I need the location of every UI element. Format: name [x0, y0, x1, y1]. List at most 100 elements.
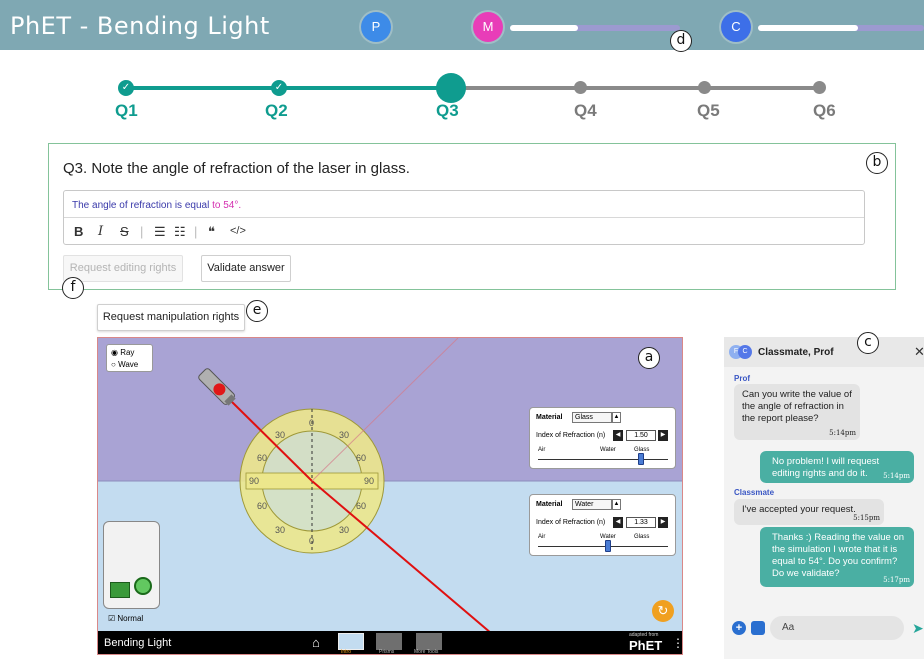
simulation-name: Bending Light: [104, 637, 172, 649]
step-q1-check-icon[interactable]: ✓: [118, 80, 134, 96]
scale-glass: Glass: [634, 534, 650, 540]
tab-more-tools-label[interactable]: More Tools: [414, 649, 438, 654]
material-select[interactable]: Glass: [572, 412, 612, 423]
step-label-q3[interactable]: Q3: [436, 101, 459, 121]
step-label-q2[interactable]: Q2: [265, 101, 288, 121]
message-input-placeholder: Aa: [782, 622, 795, 633]
italic-button[interactable]: I: [98, 224, 103, 239]
index-slider-track[interactable]: [538, 459, 668, 460]
home-icon[interactable]: ⌂: [312, 635, 320, 650]
answer-editor[interactable]: The angle of refraction is equal to 54°.…: [63, 190, 865, 245]
user-c-progress-fill: [758, 25, 858, 31]
chat-message: I've accepted your request. 5:15pm: [734, 499, 884, 525]
scale-air: Air: [538, 534, 546, 540]
index-slider-track[interactable]: [538, 546, 668, 547]
quote-icon[interactable]: ❝: [208, 224, 215, 240]
message-text: Can you write the value of the angle of …: [742, 389, 852, 424]
message-input[interactable]: Aa: [770, 616, 904, 640]
answer-text[interactable]: The angle of refraction is equal to 54°.: [72, 200, 241, 211]
protractor-label: 30: [275, 430, 285, 440]
normal-label: Normal: [117, 614, 144, 623]
user-m-progress-track: [510, 25, 680, 31]
avatar-m[interactable]: M: [473, 12, 503, 42]
dropdown-arrow-icon[interactable]: ▲: [612, 499, 621, 510]
numbered-list-icon[interactable]: ☷: [174, 224, 186, 240]
step-q6-dot[interactable]: [813, 81, 826, 94]
bullet-list-icon[interactable]: ☰: [154, 224, 166, 240]
reset-icon[interactable]: ↻: [652, 600, 674, 622]
index-slider-thumb[interactable]: [638, 453, 644, 465]
ray-option[interactable]: ◉ Ray: [111, 348, 134, 357]
increment-icon[interactable]: ▶: [658, 517, 668, 528]
light-bulb-icon[interactable]: [134, 577, 152, 595]
index-value[interactable]: 1.50: [626, 430, 656, 441]
message-time: 5:14pm: [829, 429, 856, 437]
chat-message: Thanks :) Reading the value on the simul…: [760, 527, 914, 587]
step-label-q5[interactable]: Q5: [697, 101, 720, 121]
toolbox-panel: [103, 521, 160, 609]
bold-button[interactable]: B: [74, 224, 83, 239]
marker-c: c: [857, 332, 879, 354]
step-q5-dot[interactable]: [698, 81, 711, 94]
scale-air: Air: [538, 447, 546, 453]
step-label-q6[interactable]: Q6: [813, 101, 836, 121]
step-q4-dot[interactable]: [574, 81, 587, 94]
image-icon[interactable]: [751, 621, 765, 635]
code-icon[interactable]: </>: [230, 225, 246, 237]
toolbar-divider: |: [140, 224, 144, 239]
dropdown-arrow-icon[interactable]: ▲: [612, 412, 621, 423]
index-label: Index of Refraction (n): [536, 432, 606, 439]
message-time: 5:15pm: [853, 514, 880, 522]
request-manipulation-rights-button[interactable]: Request manipulation rights: [97, 304, 245, 331]
top-material-panel: Material Glass ▲ Index of Refraction (n)…: [529, 407, 676, 469]
avatar-p[interactable]: P: [361, 12, 391, 42]
protractor-label: 30: [339, 430, 349, 440]
decrement-icon[interactable]: ◀: [613, 430, 623, 441]
bending-light-simulation[interactable]: 0 30 60 90 60 30 0 30 60 90 60 30 ◉ Ray …: [97, 337, 683, 655]
close-icon[interactable]: ✕: [914, 344, 924, 360]
chat-panel: F C Classmate, Prof ✕ c Prof Can you wri…: [724, 332, 924, 659]
tab-intro-label[interactable]: Intro: [341, 649, 351, 654]
step-label-q1[interactable]: Q1: [115, 101, 138, 121]
protractor-label: 90: [249, 476, 259, 486]
protractor-label: 30: [275, 525, 285, 535]
material-select[interactable]: Water: [572, 499, 612, 510]
request-editing-rights-button[interactable]: Request editing rights: [63, 255, 183, 282]
phet-logo: PhET: [629, 638, 663, 653]
tab-more-tools-icon[interactable]: [416, 633, 442, 650]
increment-icon[interactable]: ▶: [658, 430, 668, 441]
normal-checkbox[interactable]: ☑ Normal: [108, 614, 143, 623]
message-text: No problem! I will request editing right…: [772, 456, 880, 479]
user-c-progress-track: [758, 25, 924, 31]
step-q3-current[interactable]: [436, 73, 466, 103]
wave-option[interactable]: ○ Wave: [111, 360, 138, 369]
editor-toolbar: B I S | ☰ ☷ | ❝ </>: [64, 217, 864, 245]
validate-answer-button[interactable]: Validate answer: [201, 255, 291, 282]
material-label: Material: [536, 414, 563, 421]
ray-wave-selector: ◉ Ray ○ Wave: [106, 344, 153, 372]
menu-icon[interactable]: ⋮: [672, 636, 682, 650]
marker-b: b: [866, 152, 888, 174]
strikethrough-button[interactable]: S: [120, 224, 129, 239]
material-label: Material: [536, 501, 563, 508]
chat-message: Can you write the value of the angle of …: [734, 384, 860, 440]
question-panel: Q3. Note the angle of refraction of the …: [48, 143, 896, 290]
protractor-label: 60: [257, 501, 267, 511]
step-label-q4[interactable]: Q4: [574, 101, 597, 121]
chat-message: No problem! I will request editing right…: [760, 451, 914, 483]
tab-intro-icon[interactable]: [338, 633, 364, 650]
message-time: 5:17pm: [883, 576, 910, 584]
step-q2-check-icon[interactable]: ✓: [271, 80, 287, 96]
tab-prisms-label[interactable]: Prisms: [379, 649, 394, 654]
send-icon[interactable]: ➤: [912, 620, 924, 637]
index-slider-thumb[interactable]: [605, 540, 611, 552]
marker-d: d: [670, 30, 692, 52]
avatar-c[interactable]: C: [721, 12, 751, 42]
protractor-label: 0: [309, 536, 314, 546]
message-time: 5:14pm: [883, 472, 910, 480]
decrement-icon[interactable]: ◀: [613, 517, 623, 528]
intensity-meter-icon[interactable]: [110, 582, 130, 598]
add-icon[interactable]: +: [732, 621, 746, 635]
tab-prisms-icon[interactable]: [376, 633, 402, 650]
index-value[interactable]: 1.33: [626, 517, 656, 528]
